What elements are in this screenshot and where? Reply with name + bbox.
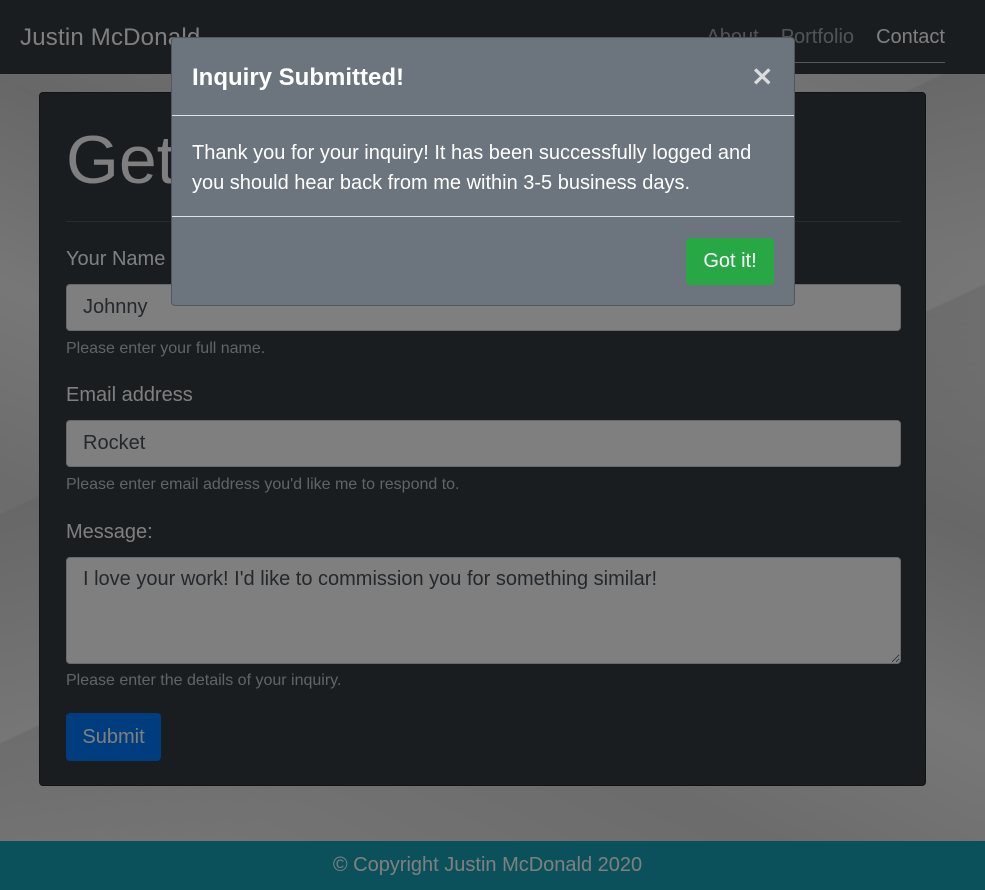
modal-title: Inquiry Submitted! xyxy=(192,64,404,91)
modal-header: Inquiry Submitted! × xyxy=(172,38,794,116)
modal-message: Thank you for your inquiry! It has been … xyxy=(192,142,752,194)
close-icon[interactable]: × xyxy=(751,62,774,90)
got-it-button[interactable]: Got it! xyxy=(686,238,774,285)
modal-footer-divider xyxy=(172,216,794,217)
inquiry-submitted-modal: Inquiry Submitted! × Thank you for your … xyxy=(171,37,795,306)
